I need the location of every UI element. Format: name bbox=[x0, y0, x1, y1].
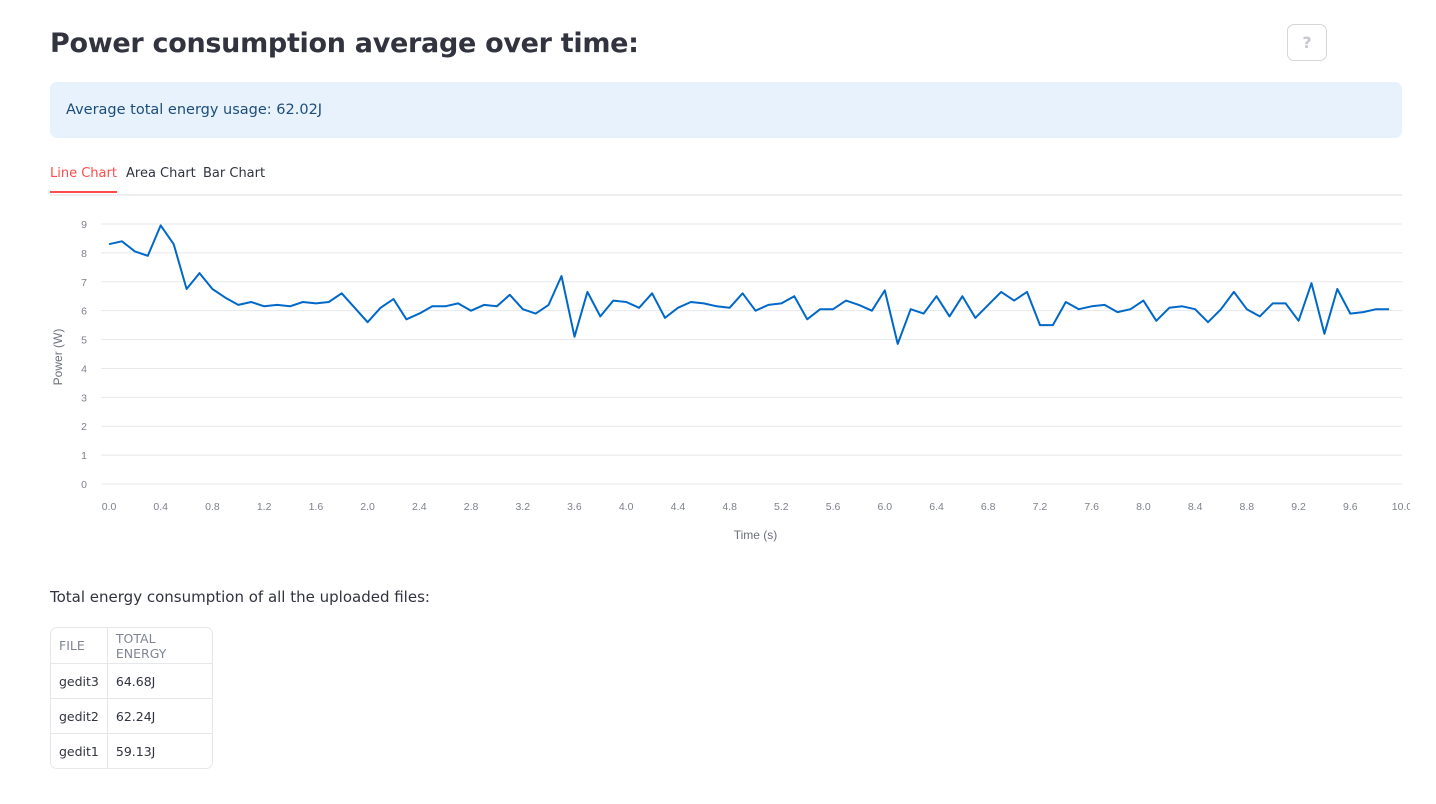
x-tick-label: 9.6 bbox=[1343, 501, 1358, 513]
total-energy-cell: 64.68J bbox=[107, 663, 212, 699]
x-tick-label: 8.8 bbox=[1240, 501, 1255, 513]
files-section-label: Total energy consumption of all the uplo… bbox=[50, 588, 430, 606]
x-tick-label: 0.0 bbox=[102, 501, 117, 513]
info-box: Average total energy usage: 62.02J bbox=[50, 82, 1402, 138]
average-energy-text: Average total energy usage: 62.02J bbox=[66, 102, 323, 118]
x-axis-label: Time (s) bbox=[734, 528, 778, 542]
y-tick-label: 9 bbox=[81, 219, 87, 231]
y-tick-label: 2 bbox=[81, 421, 87, 433]
x-tick-label: 1.6 bbox=[309, 501, 324, 513]
table-row: gedit1 59.13J bbox=[51, 733, 212, 768]
x-tick-label: 8.0 bbox=[1136, 501, 1151, 513]
column-header-total-energy[interactable]: TOTAL ENERGY bbox=[107, 628, 212, 664]
tab-bar-chart[interactable]: Bar Chart bbox=[203, 166, 265, 191]
file-name-cell: gedit2 bbox=[51, 698, 108, 734]
x-tick-label: 2.4 bbox=[412, 501, 427, 513]
x-tick-label: 0.4 bbox=[153, 501, 168, 513]
total-energy-cell: 62.24J bbox=[107, 698, 212, 734]
question-mark-icon: ? bbox=[1302, 33, 1312, 52]
file-name-cell: gedit1 bbox=[51, 733, 108, 768]
x-tick-label: 3.6 bbox=[567, 501, 582, 513]
y-tick-label: 6 bbox=[81, 306, 87, 318]
x-tick-label: 0.8 bbox=[205, 501, 220, 513]
x-tick-label: 8.4 bbox=[1188, 501, 1203, 513]
table-header-row: FILE TOTAL ENERGY bbox=[51, 628, 212, 664]
x-tick-label: 6.4 bbox=[929, 501, 944, 513]
power-series-line bbox=[108, 224, 1390, 345]
tab-line-chart[interactable]: Line Chart bbox=[50, 166, 117, 193]
chart-gridlines bbox=[101, 223, 1402, 485]
x-tick-label: 6.0 bbox=[877, 501, 892, 513]
x-tick-label: 2.0 bbox=[360, 501, 375, 513]
x-tick-label: 4.8 bbox=[722, 501, 737, 513]
page-title: Power consumption average over time: bbox=[50, 28, 639, 59]
tab-area-chart[interactable]: Area Chart bbox=[126, 166, 196, 191]
y-axis-ticks: 0 1 2 3 4 5 6 7 8 9 bbox=[81, 219, 87, 491]
y-tick-label: 0 bbox=[81, 479, 87, 491]
table-row: gedit2 62.24J bbox=[51, 698, 212, 734]
y-tick-label: 5 bbox=[81, 335, 87, 347]
x-tick-label: 1.2 bbox=[257, 501, 272, 513]
chart-tabs: Line Chart Area Chart Bar Chart bbox=[50, 160, 1402, 196]
x-tick-label: 7.6 bbox=[1084, 501, 1099, 513]
y-tick-label: 3 bbox=[81, 392, 87, 404]
y-tick-label: 8 bbox=[81, 248, 87, 260]
x-tick-label: 9.2 bbox=[1291, 501, 1306, 513]
y-tick-label: 4 bbox=[81, 363, 87, 375]
help-button[interactable]: ? bbox=[1287, 24, 1327, 61]
file-name-cell: gedit3 bbox=[51, 663, 108, 699]
x-tick-label: 7.2 bbox=[1033, 501, 1048, 513]
x-tick-label: 10.0 bbox=[1392, 501, 1410, 513]
total-energy-cell: 59.13J bbox=[115, 743, 156, 759]
y-tick-label: 7 bbox=[81, 277, 87, 289]
x-tick-label: 6.8 bbox=[981, 501, 996, 513]
power-line-chart[interactable]: 0 1 2 3 4 5 6 7 8 9 0.0 0.4 0.8 1.2 1.6 2.0 2.4 2.8 3.2 3.… bbox=[40, 200, 1410, 550]
x-tick-label: 3.2 bbox=[515, 501, 530, 513]
y-axis-label: Power (W) bbox=[51, 329, 65, 386]
x-tick-label: 2.8 bbox=[464, 501, 479, 513]
energy-table: FILE TOTAL ENERGY gedit3 64.68J gedit2 6… bbox=[50, 627, 213, 769]
table-row: gedit3 64.68J bbox=[51, 663, 212, 699]
x-tick-label: 4.4 bbox=[671, 501, 686, 513]
y-tick-label: 1 bbox=[81, 450, 87, 462]
column-header-file[interactable]: FILE bbox=[51, 628, 108, 664]
x-axis-ticks: 0.0 0.4 0.8 1.2 1.6 2.0 2.4 2.8 3.2 3.6 4.0 4.4 4.8 5… bbox=[102, 501, 1410, 513]
x-tick-label: 5.6 bbox=[826, 501, 841, 513]
x-tick-label: 5.2 bbox=[774, 501, 789, 513]
x-tick-label: 4.0 bbox=[619, 501, 634, 513]
